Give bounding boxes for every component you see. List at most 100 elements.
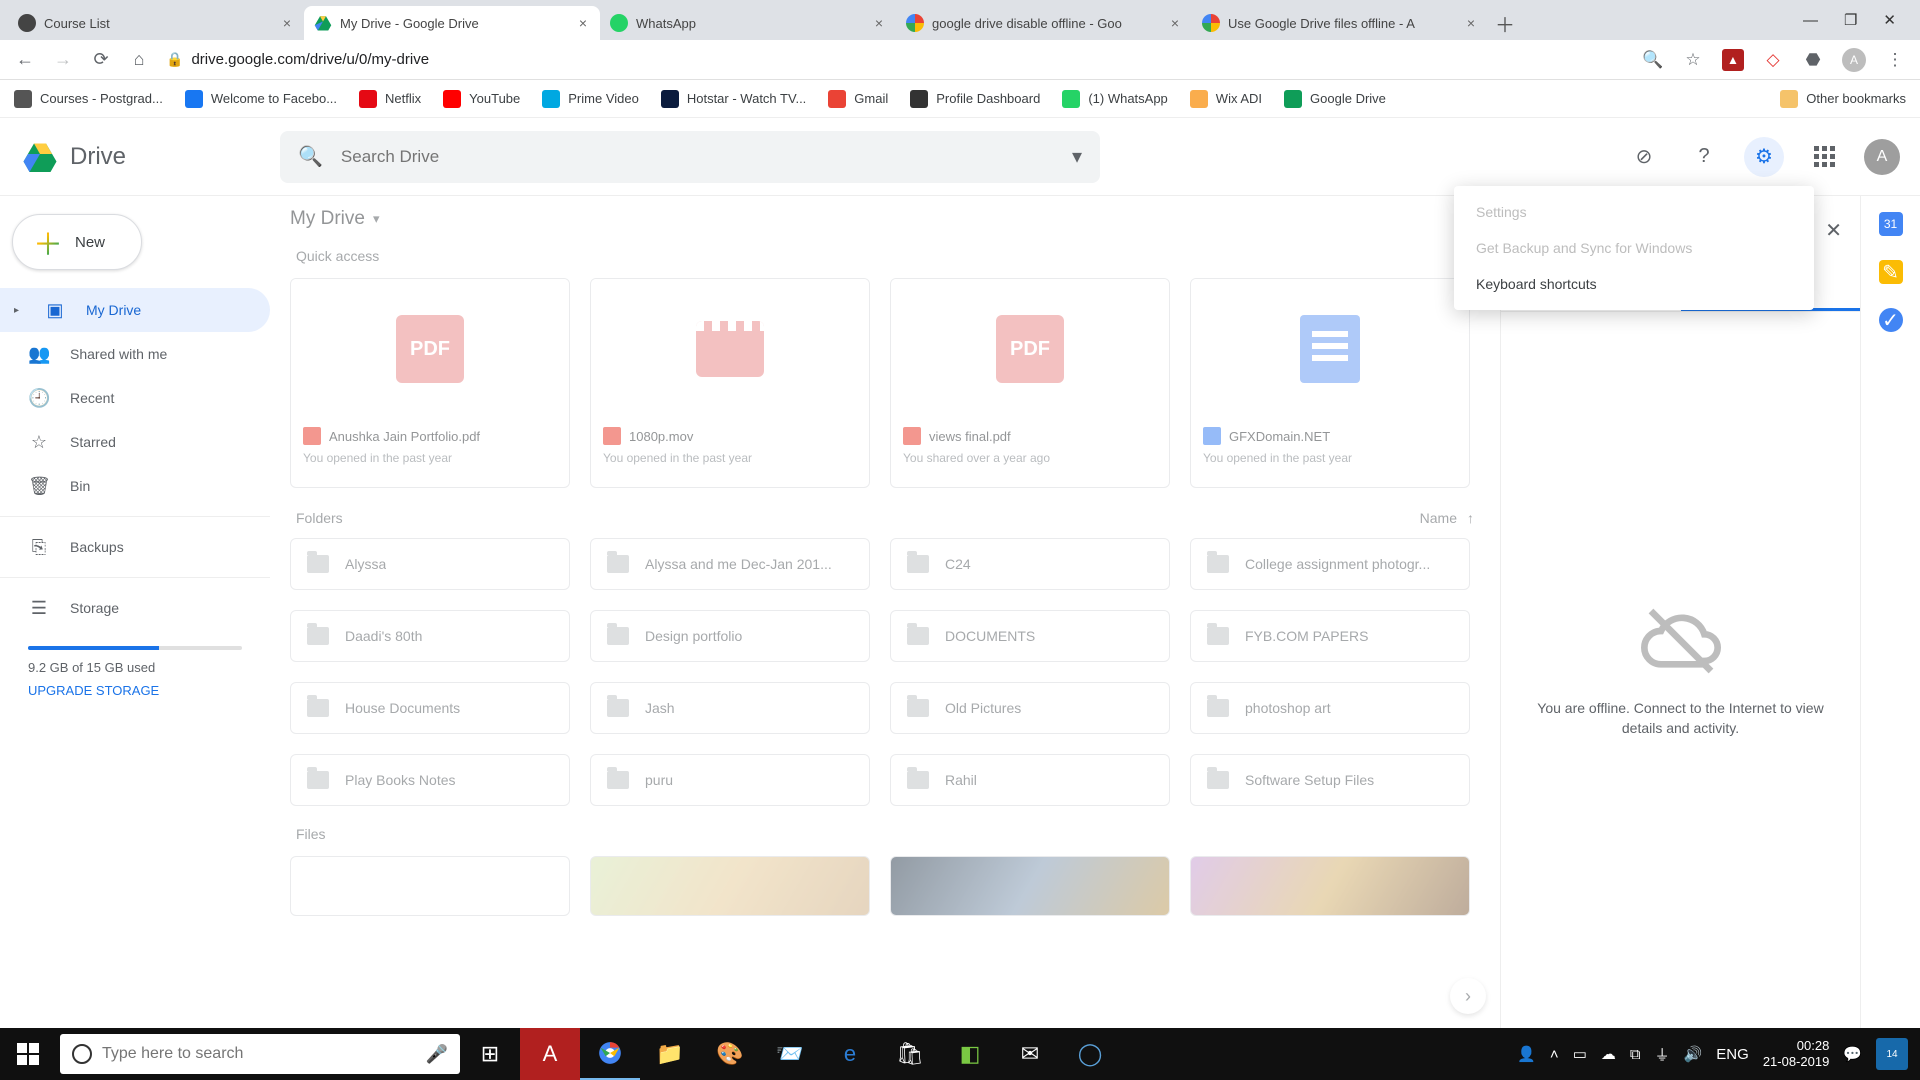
upgrade-storage-link[interactable]: UPGRADE STORAGE [28,683,242,698]
bookmark-star-icon[interactable]: ☆ [1682,49,1704,71]
new-button[interactable]: ＋ New [12,214,142,270]
forward-icon[interactable]: → [52,49,74,71]
search-options-icon[interactable]: ▾ [1072,144,1082,169]
store-taskbar-icon[interactable]: 🛍 [880,1028,940,1080]
folder-item[interactable]: Play Books Notes [290,754,570,806]
reload-icon[interactable]: ⟳ [90,49,112,71]
new-tab-button[interactable]: ＋ [1488,6,1522,40]
breadcrumb[interactable]: My Drive ▾ [290,208,1480,230]
language-indicator[interactable]: ENG [1716,1046,1749,1063]
folder-item[interactable]: House Documents [290,682,570,734]
folder-item[interactable]: FYB.COM PAPERS [1190,610,1470,662]
folder-item[interactable]: Alyssa and me Dec-Jan 201... [590,538,870,590]
onedrive-tray-icon[interactable]: ☁ [1601,1045,1616,1063]
quick-access-card[interactable]: 1080p.movYou opened in the past year [590,278,870,488]
folder-item[interactable]: puru [590,754,870,806]
tasks-app-icon[interactable]: ✓ [1879,308,1903,332]
folder-item[interactable]: Rahil [890,754,1170,806]
chrome-taskbar-icon[interactable] [580,1028,640,1080]
folder-item[interactable]: C24 [890,538,1170,590]
sidebar-item-bin[interactable]: 🗑Bin [0,464,270,508]
maximize-icon[interactable]: ❐ [1844,11,1857,29]
kebab-menu-icon[interactable]: ⋮ [1884,49,1906,71]
search-box[interactable]: 🔍 ▾ [280,131,1100,183]
url-field[interactable]: 🔒 drive.google.com/drive/u/0/my-drive [166,51,1626,68]
autocad-taskbar-icon[interactable]: A [520,1028,580,1080]
sidebar-item-shared-with-me[interactable]: 👥Shared with me [0,332,270,376]
settings-menu-item[interactable]: Keyboard shortcuts [1454,266,1814,302]
sort-control[interactable]: Name ↑ [1420,510,1474,526]
folder-item[interactable]: Jash [590,682,870,734]
folder-item[interactable]: Software Setup Files [1190,754,1470,806]
sidebar-item-storage[interactable]: ☰ Storage [0,586,270,630]
explorer-taskbar-icon[interactable]: 📁 [640,1028,700,1080]
file-thumbnail[interactable] [890,856,1170,916]
browser-tab[interactable]: Course List × [8,6,304,40]
search-input[interactable] [341,147,1054,167]
extension-icon[interactable]: ⬣ [1802,49,1824,71]
people-tray-icon[interactable]: 👤 [1517,1045,1536,1063]
quick-access-card[interactable]: PDFviews final.pdfYou shared over a year… [890,278,1170,488]
next-page-button[interactable]: › [1450,978,1486,1014]
chevron-up-icon[interactable]: ˄ [1550,1046,1559,1063]
start-button[interactable] [0,1028,56,1080]
taskbar-search-input[interactable] [102,1045,416,1063]
bookmark-item[interactable]: Welcome to Facebo... [185,90,337,108]
offline-ready-icon[interactable]: ⊘ [1624,137,1664,177]
bookmark-item[interactable]: Wix ADI [1190,90,1262,108]
browser-tab[interactable]: google drive disable offline - Goo × [896,6,1192,40]
adobe-ext-icon[interactable]: ▲ [1722,49,1744,71]
sidebar-item-my-drive[interactable]: ▸▣My Drive [0,288,270,332]
taskbar-clock[interactable]: 00:28 21-08-2019 [1763,1038,1830,1069]
brave-shield-icon[interactable]: ◇ [1762,49,1784,71]
paint-taskbar-icon[interactable]: 🎨 [700,1028,760,1080]
bookmark-item[interactable]: YouTube [443,90,520,108]
task-view-icon[interactable]: ⊞ [460,1028,520,1080]
quick-access-card[interactable]: GFXDomain.NETYou opened in the past year [1190,278,1470,488]
volume-tray-icon[interactable]: 🔊 [1684,1045,1703,1063]
dropbox-tray-icon[interactable]: ⧉ [1630,1046,1641,1063]
folder-item[interactable]: College assignment photogr... [1190,538,1470,590]
edge-taskbar-icon[interactable]: e [820,1028,880,1080]
file-thumbnail[interactable] [590,856,870,916]
mic-icon[interactable]: 🎤 [426,1044,448,1065]
sidebar-item-backups[interactable]: ⎘ Backups [0,525,270,569]
home-icon[interactable]: ⌂ [128,49,150,71]
taskbar-search[interactable]: 🎤 [60,1034,460,1074]
help-icon[interactable]: ? [1684,137,1724,177]
minimize-icon[interactable]: — [1803,12,1818,29]
close-icon[interactable]: × [576,16,590,30]
bookmark-item[interactable]: Prime Video [542,90,639,108]
sidebar-item-starred[interactable]: ☆Starred [0,420,270,464]
bookmark-item[interactable]: (1) WhatsApp [1062,90,1167,108]
close-window-icon[interactable]: ✕ [1883,11,1896,29]
folder-item[interactable]: Design portfolio [590,610,870,662]
folder-item[interactable]: DOCUMENTS [890,610,1170,662]
close-icon[interactable]: × [280,16,294,30]
folder-item[interactable]: Old Pictures [890,682,1170,734]
sidebar-item-recent[interactable]: 🕘Recent [0,376,270,420]
bookmark-item[interactable]: Netflix [359,90,421,108]
file-thumbnail[interactable] [1190,856,1470,916]
bookmark-item[interactable]: Profile Dashboard [910,90,1040,108]
account-avatar[interactable]: A [1864,139,1900,175]
close-panel-icon[interactable]: ✕ [1813,218,1842,243]
bookmark-item[interactable]: Google Drive [1284,90,1386,108]
bookmark-item[interactable]: Courses - Postgrad... [14,90,163,108]
cortana-taskbar-icon[interactable]: ◯ [1060,1028,1120,1080]
folder-item[interactable]: Daadi's 80th [290,610,570,662]
folder-item[interactable]: photoshop art [1190,682,1470,734]
drive-logo[interactable]: Drive [20,139,268,175]
notification-badge[interactable] [1876,1038,1908,1070]
outlook-taskbar-icon[interactable]: ✉ [1000,1028,1060,1080]
bookmark-item[interactable]: Hotstar - Watch TV... [661,90,806,108]
calendar-app-icon[interactable]: 31 [1879,212,1903,236]
back-icon[interactable]: ← [14,49,36,71]
battery-tray-icon[interactable]: ▭ [1573,1045,1587,1063]
browser-tab[interactable]: Use Google Drive files offline - A × [1192,6,1488,40]
quick-access-card[interactable]: PDFAnushka Jain Portfolio.pdfYou opened … [290,278,570,488]
close-icon[interactable]: × [1464,16,1478,30]
keep-app-icon[interactable]: ✎ [1879,260,1903,284]
close-icon[interactable]: × [872,16,886,30]
profile-avatar[interactable]: A [1842,48,1866,72]
